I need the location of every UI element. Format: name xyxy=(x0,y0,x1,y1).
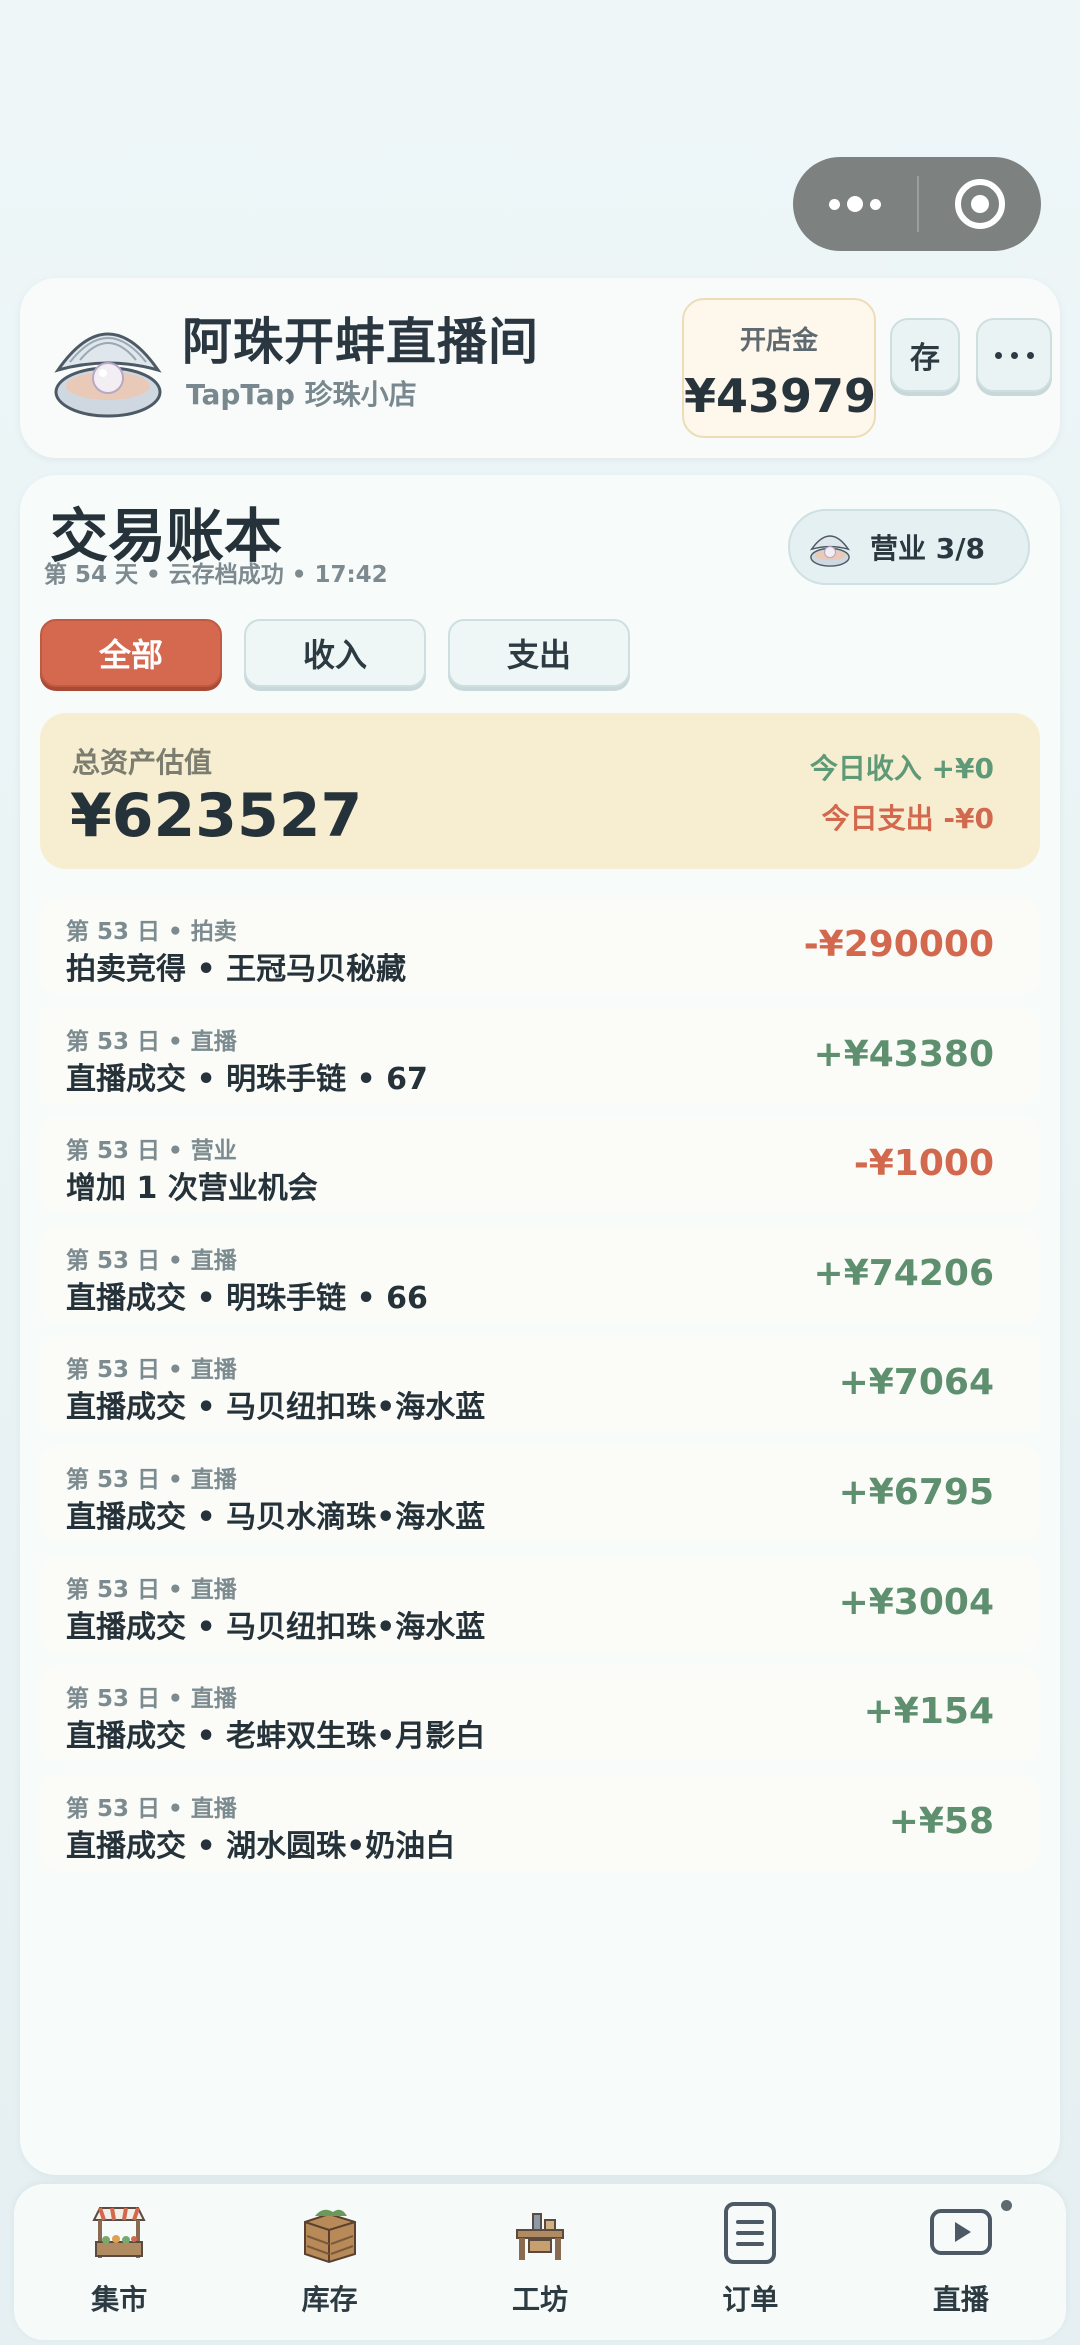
nav-label: 集市 xyxy=(91,2283,148,2316)
asset-label: 总资产估值 xyxy=(72,746,213,779)
entry-description: 直播成交 • 老蚌双生珠•月影白 xyxy=(66,1719,486,1755)
menu-dots-icon[interactable] xyxy=(793,196,917,212)
filter-tabs: 全部 收入 支出 xyxy=(40,619,630,687)
entry-description: 直播成交 • 湖水圆珠•奶油白 xyxy=(66,1828,456,1864)
list-item[interactable]: 第 53 日 • 直播 直播成交 • 明珠手链 • 66 +¥74206 xyxy=(40,1226,1040,1323)
entry-description: 增加 1 次营业机会 xyxy=(66,1171,318,1207)
list-item[interactable]: 第 53 日 • 直播 直播成交 • 马贝水滴珠•海水蓝 +¥6795 xyxy=(40,1445,1040,1542)
list-item[interactable]: 第 53 日 • 直播 直播成交 • 明珠手链 • 67 +¥43380 xyxy=(40,1007,1040,1104)
market-stall-icon xyxy=(92,2207,146,2258)
nav-item-orders[interactable]: 订单 xyxy=(645,2184,855,2340)
tab-income[interactable]: 收入 xyxy=(244,619,426,687)
entry-description: 拍卖竞得 • 王冠马贝秘藏 xyxy=(66,952,407,987)
fund-value: ¥43979 xyxy=(684,369,877,423)
save-status: 第 54 天 • 云存档成功 • 17:42 xyxy=(44,562,388,588)
fund-label: 开店金 xyxy=(739,326,818,356)
document-icon xyxy=(724,2202,777,2264)
entry-amount: -¥290000 xyxy=(803,924,994,965)
shop-header: 阿珠开蚌直播间 TapTap 珍珠小店 开店金 ¥43979 存 xyxy=(20,278,1060,458)
nav-item-live[interactable]: 直播 xyxy=(856,2184,1066,2340)
entry-amount: +¥3004 xyxy=(838,1581,994,1623)
workbench-icon xyxy=(516,2213,565,2260)
more-dots-icon xyxy=(994,351,1002,359)
entry-description: 直播成交 • 明珠手链 • 66 xyxy=(66,1280,428,1316)
nav-label: 订单 xyxy=(722,2283,779,2316)
nav-label: 工坊 xyxy=(512,2283,569,2316)
entry-amount: +¥7064 xyxy=(838,1362,994,1404)
tab-all[interactable]: 全部 xyxy=(40,619,222,687)
entry-amount: +¥43380 xyxy=(813,1033,994,1075)
business-count-label: 营业 3/8 xyxy=(870,532,985,565)
notification-dot xyxy=(1001,2200,1013,2211)
miniprogram-capsule xyxy=(793,157,1041,251)
entry-meta: 第 53 日 • 直播 xyxy=(66,1795,237,1822)
crate-icon xyxy=(303,2209,356,2264)
asset-value: ¥623527 xyxy=(70,781,363,851)
entry-meta: 第 53 日 • 直播 xyxy=(66,1686,237,1713)
ledger-panel: 交易账本 第 54 天 • 云存档成功 • 17:42 营业 3/8 全部 收入… xyxy=(20,475,1060,2175)
nav-item-workshop[interactable]: 工坊 xyxy=(435,2184,645,2340)
nav-label: 库存 xyxy=(301,2283,358,2316)
tab-expense[interactable]: 支出 xyxy=(448,619,630,687)
today-income: 今日收入 +¥0 xyxy=(809,752,994,785)
entry-amount: +¥74206 xyxy=(813,1252,994,1294)
asset-summary: 总资产估值 ¥623527 今日收入 +¥0 今日支出 -¥0 xyxy=(40,713,1040,869)
pearl-shell-icon xyxy=(809,535,851,567)
shop-subtitle: TapTap 珍珠小店 xyxy=(186,378,417,411)
list-item[interactable]: 第 53 日 • 营业 增加 1 次营业机会 -¥1000 xyxy=(40,1117,1040,1214)
entry-meta: 第 53 日 • 营业 xyxy=(66,1138,237,1165)
entry-meta: 第 53 日 • 直播 xyxy=(66,1466,237,1493)
entry-meta: 第 53 日 • 直播 xyxy=(66,1357,237,1384)
entry-amount: +¥58 xyxy=(888,1800,994,1842)
save-button[interactable]: 存 xyxy=(890,318,960,392)
entry-amount: +¥6795 xyxy=(838,1471,994,1513)
nav-item-inventory[interactable]: 库存 xyxy=(224,2184,434,2340)
list-item[interactable]: 第 53 日 • 直播 直播成交 • 老蚌双生珠•月影白 +¥154 xyxy=(40,1665,1040,1762)
nav-label: 直播 xyxy=(932,2283,989,2316)
bottom-nav: 集市 库存 工坊 订单 直播 xyxy=(14,2184,1066,2340)
entry-amount: +¥154 xyxy=(863,1691,994,1733)
entry-description: 直播成交 • 明珠手链 • 67 xyxy=(66,1061,428,1097)
more-options-button[interactable] xyxy=(976,318,1052,392)
entry-description: 直播成交 • 马贝纽扣珠•海水蓝 xyxy=(66,1609,486,1645)
entry-amount: -¥1000 xyxy=(853,1143,994,1185)
list-item[interactable]: 第 53 日 • 拍卖 拍卖竞得 • 王冠马贝秘藏 -¥290000 xyxy=(40,898,1040,994)
list-item[interactable]: 第 53 日 • 直播 直播成交 • 马贝纽扣珠•海水蓝 +¥7064 xyxy=(40,1336,1040,1433)
today-expense: 今日支出 -¥0 xyxy=(821,802,994,835)
close-target-icon[interactable] xyxy=(919,179,1041,229)
business-count-badge[interactable]: 营业 3/8 xyxy=(788,509,1030,585)
list-item[interactable]: 第 53 日 • 直播 直播成交 • 马贝纽扣珠•海水蓝 +¥3004 xyxy=(40,1555,1040,1652)
nav-item-market[interactable]: 集市 xyxy=(14,2184,224,2340)
shop-title: 阿珠开蚌直播间 xyxy=(182,313,539,371)
entry-meta: 第 53 日 • 直播 xyxy=(66,1247,237,1274)
pearl-shell-icon xyxy=(54,332,162,418)
shop-fund-box: 开店金 ¥43979 xyxy=(682,298,876,438)
list-item[interactable]: 第 53 日 • 直播 直播成交 • 湖水圆珠•奶油白 +¥58 xyxy=(40,1774,1040,1871)
entry-meta: 第 53 日 • 直播 xyxy=(66,1028,237,1055)
transaction-list: 第 53 日 • 拍卖 拍卖竞得 • 王冠马贝秘藏 -¥290000 第 53 … xyxy=(40,898,1040,1884)
entry-description: 直播成交 • 马贝纽扣珠•海水蓝 xyxy=(66,1390,486,1426)
entry-meta: 第 53 日 • 直播 xyxy=(66,1576,237,1603)
entry-description: 直播成交 • 马贝水滴珠•海水蓝 xyxy=(66,1499,486,1535)
play-screen-icon xyxy=(929,2209,992,2255)
entry-meta: 第 53 日 • 拍卖 xyxy=(66,919,237,945)
